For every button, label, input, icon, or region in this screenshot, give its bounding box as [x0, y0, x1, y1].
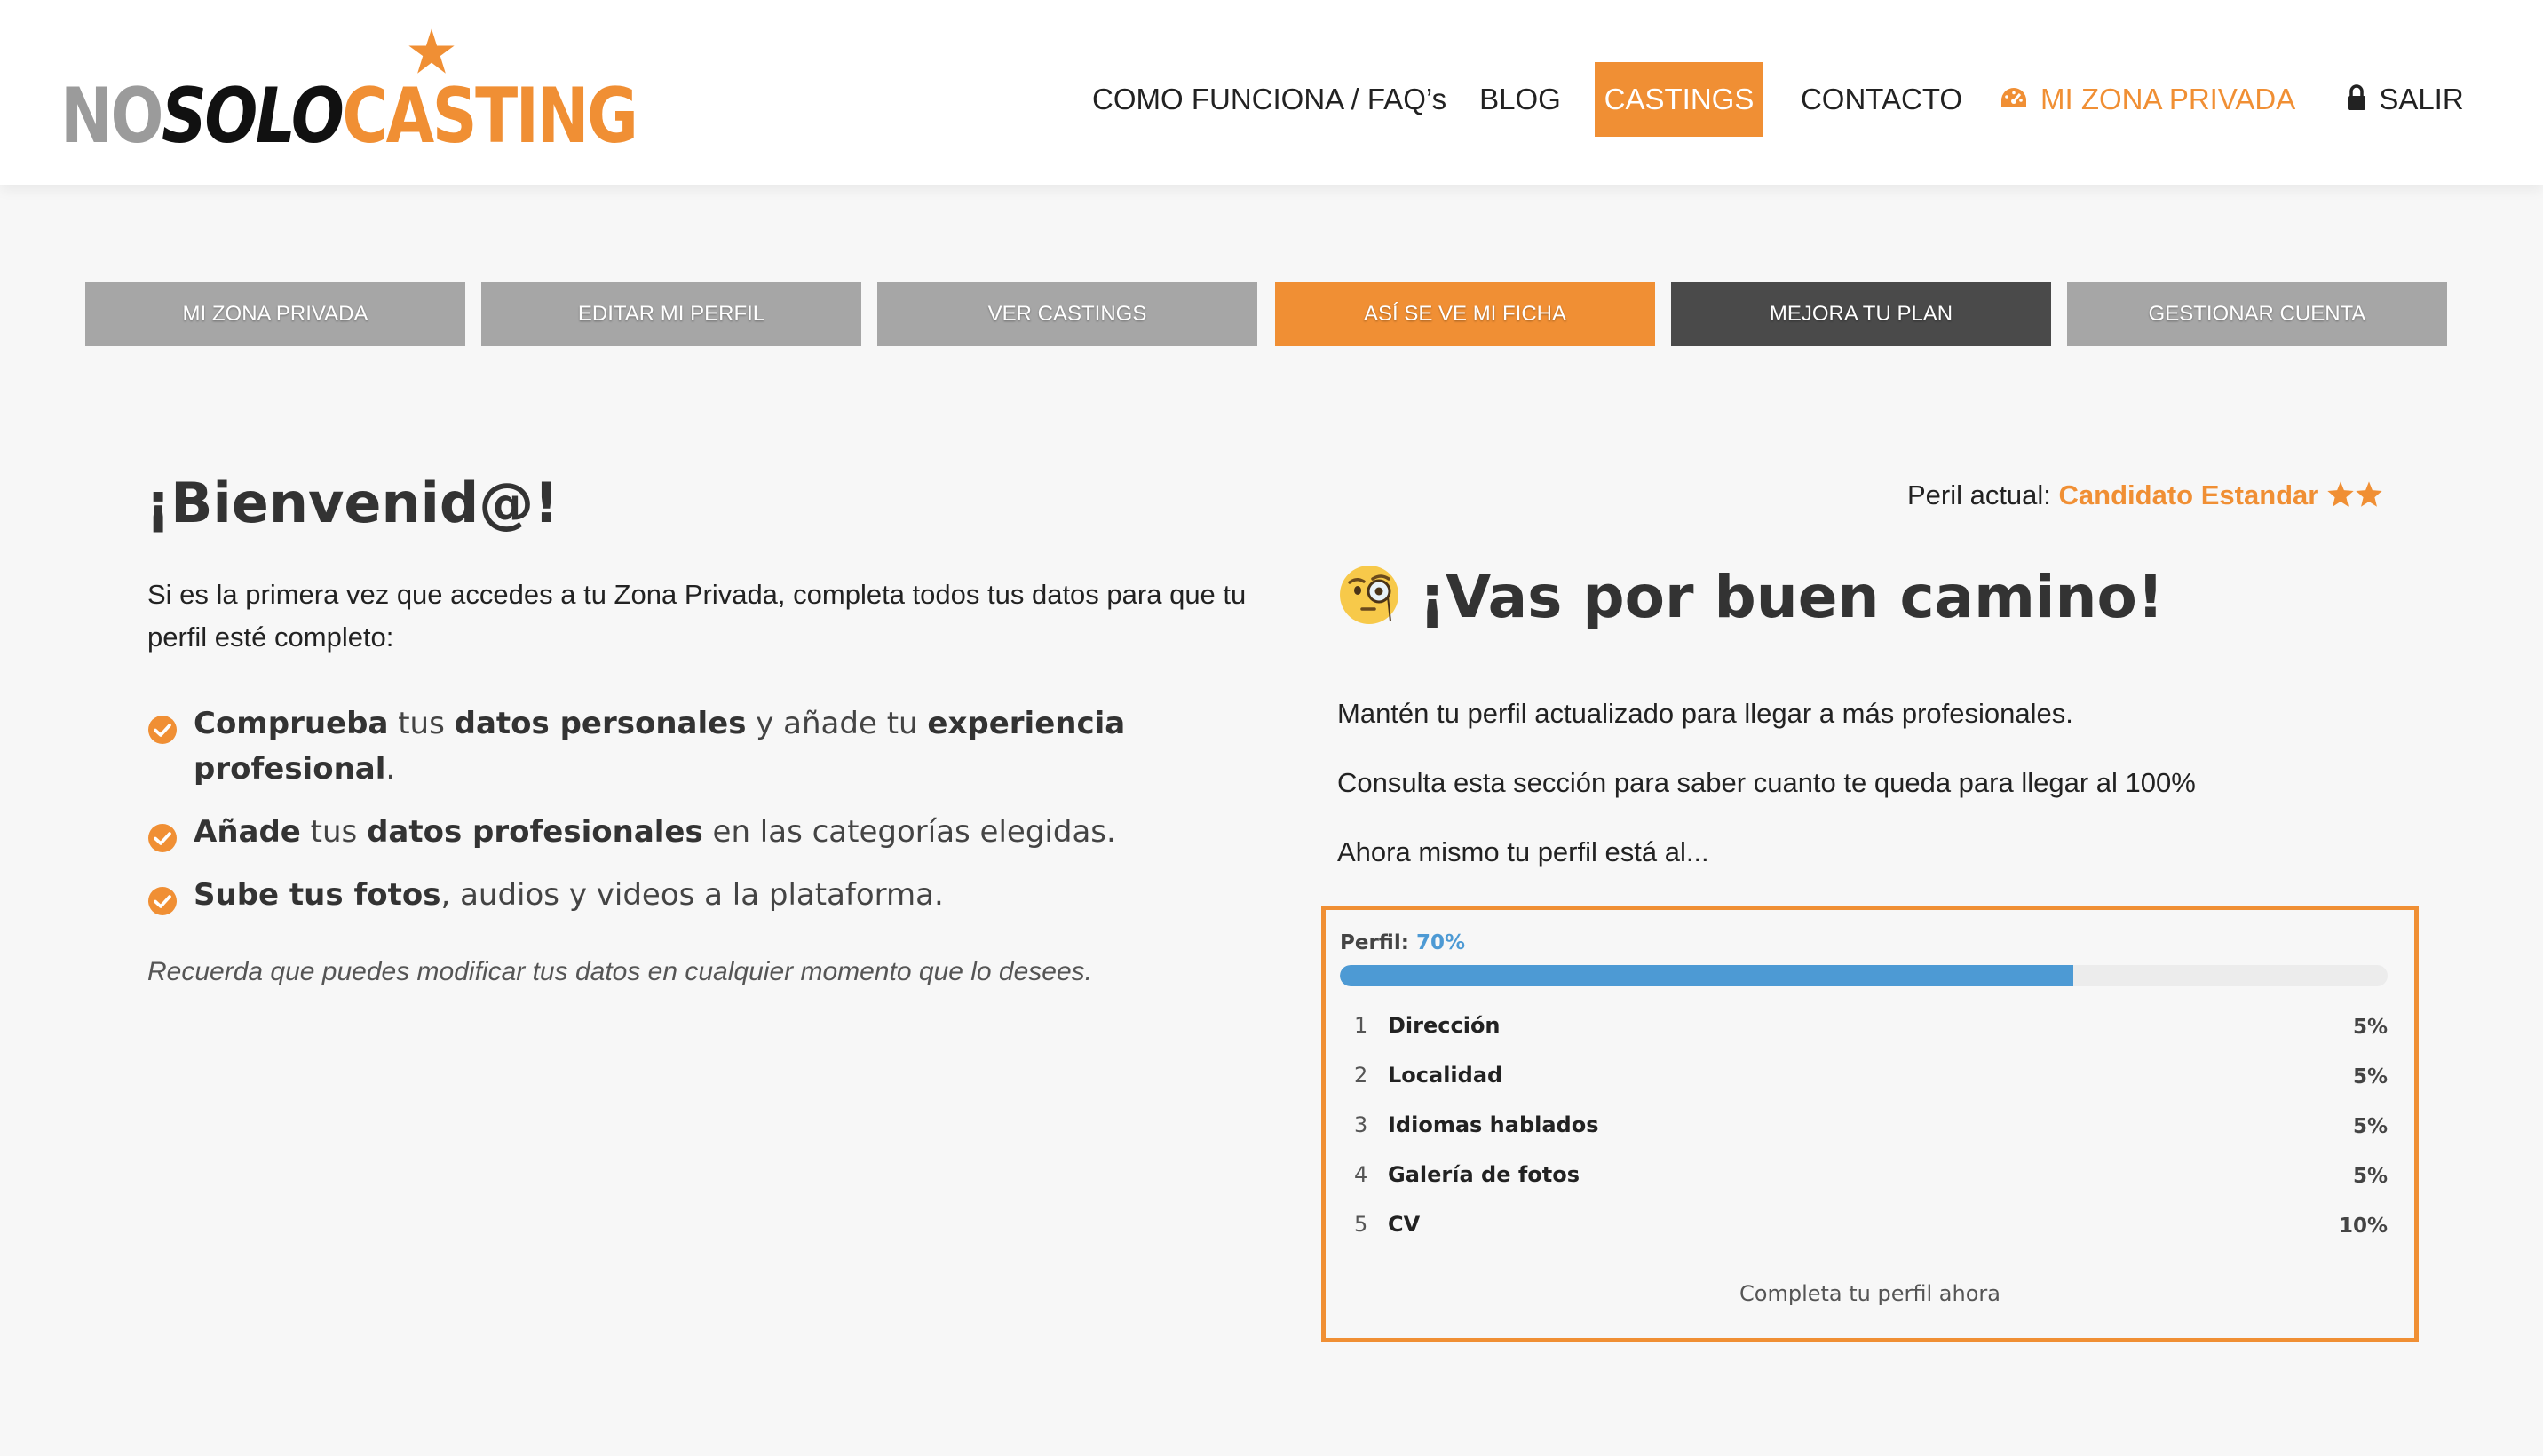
checklist-text-segment: . [385, 751, 396, 787]
checklist-text-segment: y añade tu [746, 706, 928, 741]
progress-bar [1340, 965, 2388, 986]
checklist-item-text: Sube tus fotos, audios y videos a la pla… [194, 877, 944, 913]
subnav-ver-castings[interactable]: VER CASTINGS [877, 282, 1257, 346]
nav-como-funciona[interactable]: COMO FUNCIONA / FAQ’s [1092, 62, 1446, 137]
checklist-text-segment: tus [388, 706, 455, 741]
complete-profile-link[interactable]: Completa tu perfil ahora [1326, 1281, 2414, 1306]
welcome-title: ¡Bienvenid@! [146, 471, 559, 535]
task-name: CV [1388, 1212, 1421, 1237]
progress-paragraph-2: Consulta esta sección para saber cuanto … [1337, 767, 2196, 798]
task-name: Dirección [1388, 1013, 1501, 1038]
profile-progress-box: Perfil: 70% 1 Dirección 5% 2 Localidad 5… [1321, 906, 2419, 1342]
progress-label-text: Perfil: [1340, 931, 1409, 954]
task-row[interactable]: 4 Galería de fotos 5% [1340, 1159, 2388, 1208]
checklist-emphasis: datos profesionales [367, 814, 703, 850]
nav-blog[interactable]: BLOG [1477, 62, 1563, 137]
subnav-mi-zona-privada[interactable]: MI ZONA PRIVADA [85, 282, 465, 346]
nav-contacto[interactable]: CONTACTO [1795, 62, 1968, 137]
task-percentage: 5% [2352, 1065, 2388, 1088]
task-percentage: 10% [2338, 1215, 2388, 1238]
subnav-editar-perfil[interactable]: EDITAR MI PERFIL [481, 282, 861, 346]
checklist-text-segment: tus [300, 814, 368, 850]
task-number: 2 [1354, 1063, 1368, 1088]
site-header: NOSOLOCASTING COMO FUNCIONA / FAQ’s BLOG… [0, 0, 2543, 185]
subnav-mejora-plan[interactable]: MEJORA TU PLAN [1671, 282, 2051, 346]
checklist-item-text: Añade tus datos profesionales en las cat… [194, 814, 1116, 850]
task-name: Galería de fotos [1388, 1162, 1580, 1187]
current-profile-label: Peril actual: [1906, 479, 2051, 510]
subnav-gestionar-cuenta[interactable]: GESTIONAR CUENTA [2067, 282, 2447, 346]
task-row[interactable]: 3 Idiomas hablados 5% [1340, 1109, 2388, 1159]
nav-mi-zona-privada-label: MI ZONA PRIVADA [2040, 83, 2296, 115]
checklist-emphasis: Comprueba [194, 706, 389, 741]
task-row[interactable]: 2 Localidad 5% [1340, 1059, 2388, 1109]
task-number: 3 [1354, 1112, 1368, 1137]
task-number: 4 [1354, 1162, 1368, 1187]
progress-paragraph-1: Mantén tu perfil actualizado para llegar… [1337, 698, 2073, 729]
pending-tasks-list: 1 Dirección 5% 2 Localidad 5% 3 Idiomas … [1340, 1009, 2388, 1258]
task-row[interactable]: 5 CV 10% [1340, 1208, 2388, 1258]
progress-label: Perfil: 70% [1340, 931, 1465, 954]
task-number: 1 [1354, 1013, 1368, 1038]
lock-icon [2348, 84, 2366, 111]
main-nav: COMO FUNCIONA / FAQ’s BLOG CASTINGS CONT… [0, 62, 2543, 137]
checklist-item: Añade tus datos profesionales en las cat… [147, 810, 1213, 855]
check-circle-icon [148, 824, 177, 852]
dashboard-icon [2001, 88, 2026, 107]
progress-bar-fill [1340, 965, 2073, 986]
star-icon [2327, 481, 2354, 507]
current-profile-level[interactable]: Candidato Estandar [2059, 479, 2319, 510]
nav-castings[interactable]: CASTINGS [1595, 62, 1763, 137]
check-circle-icon [148, 887, 177, 915]
monocle-face-icon [1340, 566, 1398, 624]
checklist-emphasis: Sube tus fotos [194, 877, 441, 913]
nav-mi-zona-privada[interactable]: MI ZONA PRIVADA [2000, 62, 2296, 137]
checklist-emphasis: datos personales [454, 706, 747, 741]
task-name: Idiomas hablados [1388, 1112, 1599, 1137]
progress-percentage: 70% [1415, 931, 1466, 954]
star-icon [2356, 481, 2382, 507]
current-profile: Peril actual: Candidato Estandar [1907, 479, 2383, 511]
checklist-emphasis: Añade [194, 814, 301, 850]
progress-paragraph-3: Ahora mismo tu perfil está al... [1337, 836, 1709, 867]
checklist-item: Comprueba tus datos personales y añade t… [147, 701, 1213, 792]
task-percentage: 5% [2352, 1016, 2388, 1039]
checklist-item: Sube tus fotos, audios y videos a la pla… [147, 873, 1213, 918]
task-percentage: 5% [2352, 1115, 2388, 1138]
task-percentage: 5% [2352, 1165, 2388, 1188]
task-name: Localidad [1388, 1063, 1503, 1088]
progress-title: ¡Vas por buen camino! [1419, 563, 2164, 631]
nav-salir[interactable]: SALIR [2341, 62, 2470, 137]
subnav-mi-ficha[interactable]: ASÍ SE VE MI FICHA [1275, 282, 1655, 346]
edit-reminder: Recuerda que puedes modificar tus datos … [147, 957, 1092, 986]
onboarding-checklist: Comprueba tus datos personales y añade t… [147, 701, 1213, 936]
welcome-intro: Si es la primera vez que accedes a tu Zo… [147, 579, 1247, 653]
checklist-text-segment: en las categorías elegidas. [702, 814, 1116, 850]
task-number: 5 [1354, 1212, 1368, 1237]
check-circle-icon [148, 716, 177, 744]
checklist-text-segment: , audios y videos a la plataforma. [440, 877, 944, 913]
task-row[interactable]: 1 Dirección 5% [1340, 1009, 2388, 1059]
checklist-item-text: Comprueba tus datos personales y añade t… [194, 706, 1125, 787]
nav-salir-label: SALIR [2379, 83, 2464, 115]
